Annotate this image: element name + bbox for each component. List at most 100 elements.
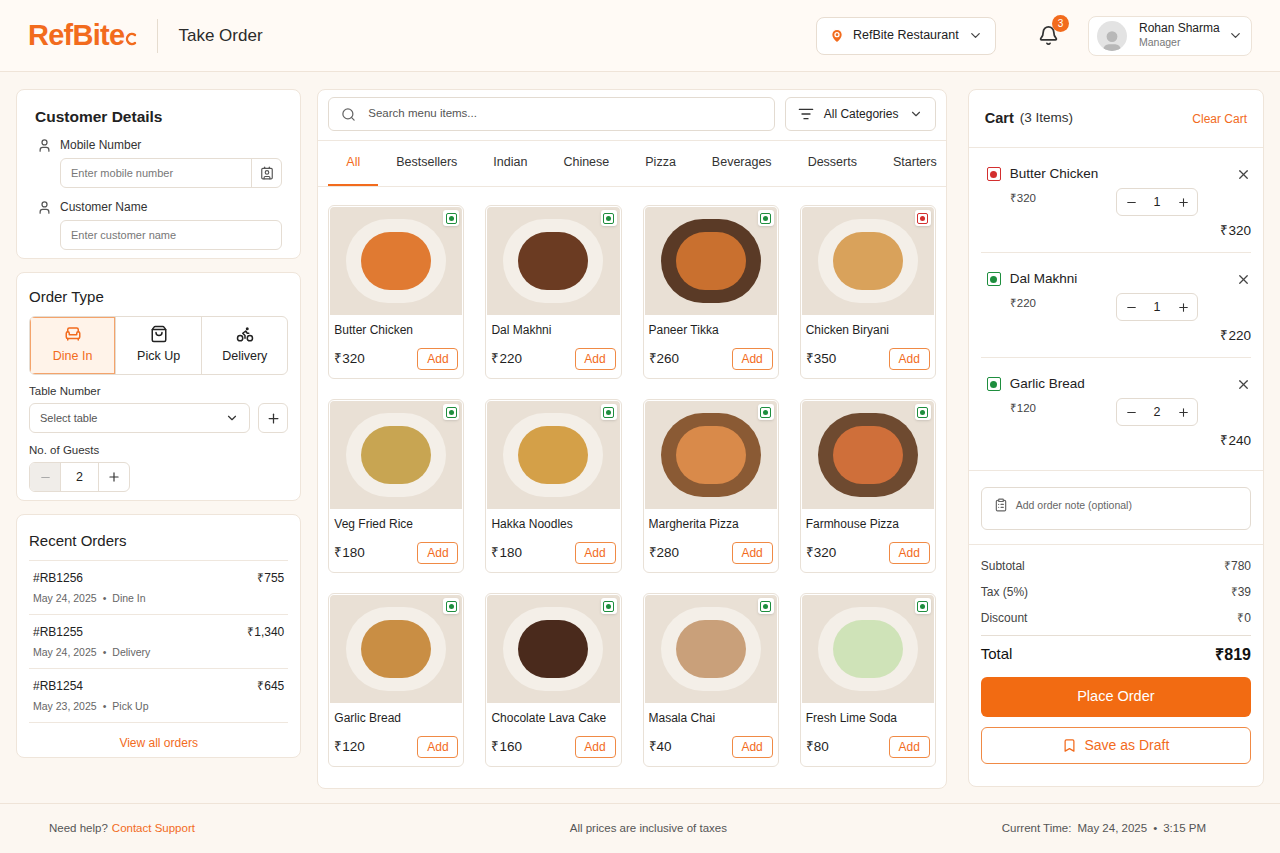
- remove-item-icon[interactable]: [1236, 272, 1251, 287]
- menu-item-card[interactable]: Farmhouse Pizza₹320Add: [800, 399, 936, 573]
- food-photo: [802, 207, 934, 315]
- user-icon: [37, 200, 52, 215]
- food-photo: [330, 595, 462, 703]
- category-tab[interactable]: Starters: [875, 141, 947, 186]
- recent-order-row[interactable]: #RB1256₹755May 24, 2025•Dine In: [29, 561, 288, 615]
- customer-field: Mobile NumberEnter mobile number: [35, 136, 282, 188]
- menu-item-price: ₹40: [649, 737, 672, 757]
- category-tab[interactable]: Pizza: [627, 141, 694, 186]
- add-button[interactable]: Add: [417, 542, 458, 564]
- menu-search[interactable]: Search menu items...: [328, 97, 774, 131]
- category-tab[interactable]: Indian: [475, 141, 545, 186]
- menu-item-name: Dal Makhni: [491, 322, 615, 338]
- recent-order-row[interactable]: #RB1255₹1,340May 24, 2025•Delivery: [29, 615, 288, 669]
- order-note-input[interactable]: Add order note (optional): [981, 487, 1251, 530]
- menu-item-name: Chicken Biryani: [806, 322, 930, 338]
- view-all-orders-link[interactable]: View all orders: [29, 734, 288, 752]
- category-tab[interactable]: Beverages: [694, 141, 790, 186]
- increment-button[interactable]: [1169, 406, 1197, 419]
- user-menu[interactable]: Rohan SharmaManager: [1088, 16, 1252, 56]
- menu-item-card[interactable]: Chocolate Lava Cake₹160Add: [485, 593, 621, 767]
- category-tab[interactable]: All: [328, 141, 378, 186]
- category-tab[interactable]: Chinese: [545, 141, 627, 186]
- add-button[interactable]: Add: [417, 736, 458, 758]
- cart-item-name: Garlic Bread: [1010, 374, 1085, 394]
- menu-item-card[interactable]: Veg Fried Rice₹180Add: [328, 399, 464, 573]
- cart-item-price: ₹220: [1010, 295, 1036, 312]
- recent-order-row[interactable]: #RB1254₹645May 23, 2025•Pick Up: [29, 669, 288, 723]
- food-photo: [645, 401, 777, 509]
- contact-support-link[interactable]: Contact Support: [112, 822, 195, 834]
- add-button[interactable]: Add: [732, 348, 773, 370]
- add-button[interactable]: Add: [889, 736, 930, 758]
- decrement-button[interactable]: [1117, 406, 1145, 419]
- veg-badge: [758, 598, 774, 614]
- decrement-button[interactable]: [1117, 301, 1145, 314]
- menu-item-card[interactable]: Paneer Tikka₹260Add: [643, 205, 779, 379]
- cart-item-price: ₹320: [1010, 190, 1036, 207]
- menu-item-card[interactable]: Dal Makhni₹220Add: [485, 205, 621, 379]
- increment-button[interactable]: [1169, 196, 1197, 209]
- increment-button[interactable]: [1169, 301, 1197, 314]
- add-button[interactable]: Add: [732, 542, 773, 564]
- menu-item-card[interactable]: Fresh Lime Soda₹80Add: [800, 593, 936, 767]
- order-type-option[interactable]: Dine In: [30, 317, 115, 374]
- remove-item-icon[interactable]: [1236, 377, 1251, 392]
- order-type-option[interactable]: Pick Up: [115, 317, 201, 374]
- add-button[interactable]: Add: [889, 348, 930, 370]
- menu-item-card[interactable]: Butter Chicken₹320Add: [328, 205, 464, 379]
- guests-value[interactable]: 2: [60, 463, 99, 491]
- cart-item-total: ₹240: [981, 432, 1251, 450]
- order-type-option[interactable]: Delivery: [201, 317, 287, 374]
- category-select[interactable]: All Categories: [785, 97, 936, 131]
- location-select[interactable]: RefBite Restaurant: [816, 17, 996, 55]
- add-button[interactable]: Add: [575, 542, 616, 564]
- menu-item-card[interactable]: Chicken Biryani₹350Add: [800, 205, 936, 379]
- order-amount: ₹1,340: [247, 623, 284, 641]
- veg-badge: [443, 404, 459, 420]
- remove-item-icon[interactable]: [1236, 167, 1251, 182]
- menu-item-card[interactable]: Hakka Noodles₹180Add: [485, 399, 621, 573]
- category-tab[interactable]: Bestsellers: [378, 141, 475, 186]
- text-input[interactable]: Enter customer name: [61, 221, 281, 249]
- increment-button[interactable]: [99, 463, 129, 491]
- menu-item-price: ₹320: [806, 543, 837, 563]
- decrement-button[interactable]: [30, 463, 60, 491]
- avatar-user-icon: [1099, 29, 1125, 51]
- text-input[interactable]: Enter mobile number: [61, 159, 251, 187]
- search-icon: [341, 107, 356, 122]
- veg-badge: [601, 404, 617, 420]
- menu-item-card[interactable]: Garlic Bread₹120Add: [328, 593, 464, 767]
- quantity-stepper: 2: [1116, 398, 1198, 426]
- contact-picker-button[interactable]: [251, 159, 281, 187]
- category-tab[interactable]: Desserts: [790, 141, 875, 186]
- order-type-icon: [236, 325, 254, 343]
- add-button[interactable]: Add: [889, 542, 930, 564]
- food-photo: [802, 401, 934, 509]
- notifications-button[interactable]: 3: [1036, 24, 1060, 48]
- add-button[interactable]: Add: [575, 736, 616, 758]
- field-label: Table Number: [29, 383, 288, 399]
- decrement-button[interactable]: [1117, 196, 1145, 209]
- recent-orders-card: Recent Orders#RB1256₹755May 24, 2025•Din…: [16, 514, 301, 758]
- menu-item-card[interactable]: Margherita Pizza₹280Add: [643, 399, 779, 573]
- add-table-button[interactable]: [258, 403, 288, 433]
- place-order-button[interactable]: Place Order: [981, 677, 1251, 717]
- card-title: Order Type: [29, 286, 288, 308]
- menu-item-name: Fresh Lime Soda: [806, 710, 930, 726]
- quantity-value: 1: [1145, 298, 1169, 317]
- order-amount: ₹645: [257, 677, 284, 695]
- order-type-options: Dine InPick UpDelivery: [29, 316, 288, 375]
- save-draft-button[interactable]: Save as Draft: [981, 727, 1251, 764]
- summary-row: Discount₹0: [981, 605, 1251, 631]
- user-icon: [37, 138, 52, 153]
- add-button[interactable]: Add: [417, 348, 458, 370]
- add-button[interactable]: Add: [732, 736, 773, 758]
- table-select[interactable]: Select table: [29, 403, 250, 433]
- logo[interactable]: RefBite: [28, 21, 137, 50]
- menu-item-card[interactable]: Masala Chai₹40Add: [643, 593, 779, 767]
- veg-badge: [758, 210, 774, 226]
- plus-icon: [1177, 301, 1190, 314]
- add-button[interactable]: Add: [575, 348, 616, 370]
- clear-cart-button[interactable]: Clear Cart: [1192, 110, 1247, 128]
